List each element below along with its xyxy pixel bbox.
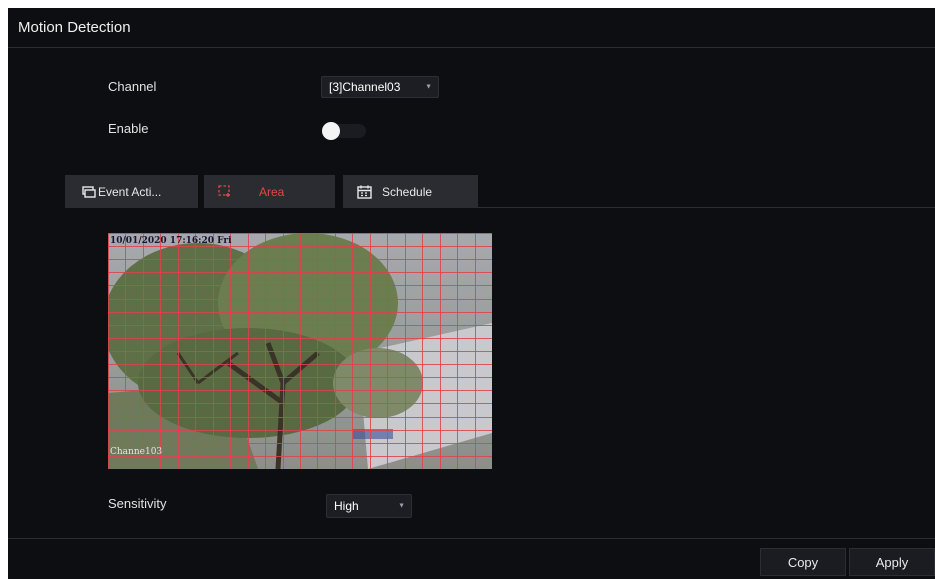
area-select-icon xyxy=(218,185,233,198)
event-action-icon xyxy=(82,185,96,198)
copy-button[interactable]: Copy xyxy=(760,548,846,576)
apply-button[interactable]: Apply xyxy=(849,548,935,576)
tab-bar-divider xyxy=(478,207,935,208)
channel-select[interactable]: [3]Channel03 ▼ xyxy=(321,76,439,98)
page-title: Motion Detection xyxy=(18,19,131,36)
enable-toggle[interactable] xyxy=(322,122,366,140)
tab-schedule[interactable]: Schedule xyxy=(343,175,478,208)
chevron-down-icon: ▼ xyxy=(425,83,432,91)
channel-select-value: [3]Channel03 xyxy=(329,80,401,94)
chevron-down-icon: ▼ xyxy=(398,502,405,510)
motion-area-grid xyxy=(108,233,492,469)
toggle-knob xyxy=(322,122,340,140)
calendar-icon xyxy=(357,185,372,199)
camera-preview[interactable]: 10/01/2020 17:16:20 Fri Channe103 xyxy=(108,233,492,469)
tab-schedule-label: Schedule xyxy=(382,184,433,199)
tab-event-action-label: Event Acti... xyxy=(98,184,162,199)
title-divider xyxy=(8,47,935,48)
tab-area[interactable]: Area xyxy=(204,175,335,208)
tab-event-action[interactable]: Event Acti... xyxy=(65,175,198,208)
enable-label: Enable xyxy=(108,121,149,136)
motion-detection-panel: Motion Detection Channel [3]Channel03 ▼ … xyxy=(8,8,935,579)
osd-timestamp: 10/01/2020 17:16:20 Fri xyxy=(110,236,232,246)
sensitivity-label: Sensitivity xyxy=(108,496,167,511)
osd-channel-name: Channe103 xyxy=(110,447,163,457)
sensitivity-select[interactable]: High ▼ xyxy=(326,494,412,518)
footer-divider xyxy=(8,538,935,539)
sensitivity-select-value: High xyxy=(334,499,359,513)
tab-area-label: Area xyxy=(259,184,285,199)
channel-label: Channel xyxy=(108,79,157,94)
